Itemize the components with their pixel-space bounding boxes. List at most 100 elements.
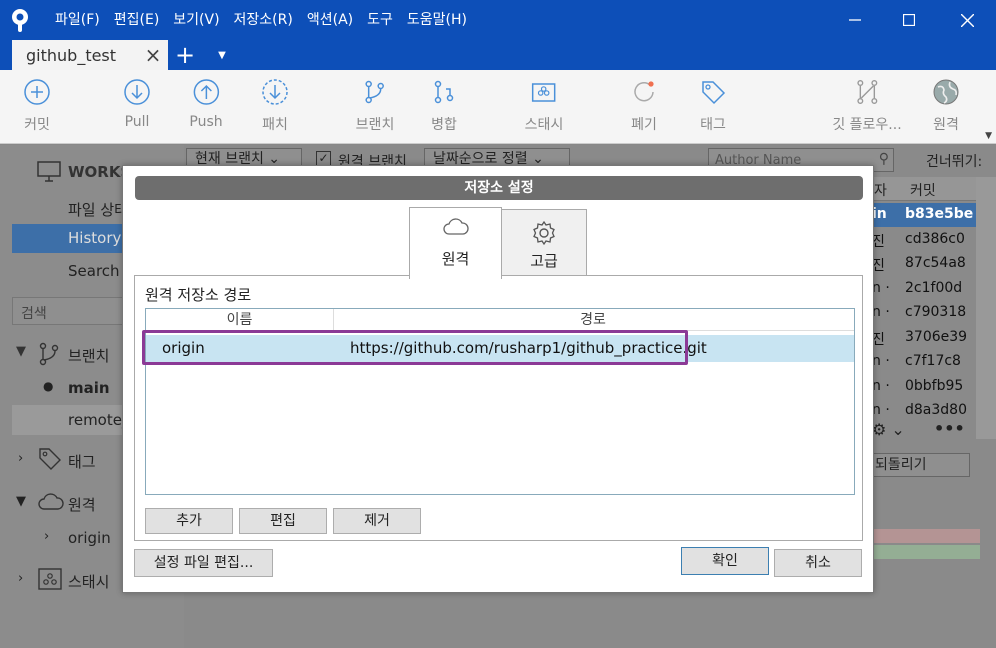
chevron-down-icon[interactable]: ▼ — [16, 494, 26, 509]
fetch-icon — [262, 79, 288, 105]
column-name[interactable]: 이름 — [146, 309, 334, 331]
commit-table-header: 자 커밋 — [874, 177, 982, 201]
chevron-right-icon[interactable]: › — [18, 571, 23, 586]
gear-icon — [533, 220, 555, 246]
remove-remote-button[interactable]: 제거 — [333, 508, 421, 534]
commit-hash: 0bbfb95 — [905, 377, 964, 394]
search-icon: ⚲ — [878, 151, 889, 167]
git-flow-button[interactable]: 깃 플로우... — [832, 78, 902, 140]
tag-icon — [702, 81, 726, 105]
chevron-right-icon[interactable]: › — [18, 451, 23, 466]
merge-button[interactable]: 병합 — [430, 78, 458, 140]
menu-edit[interactable]: 편집(E) — [107, 0, 167, 40]
chevron-down-icon[interactable]: ▼ — [16, 344, 26, 359]
tab-advanced[interactable]: 고급 — [501, 209, 587, 275]
menu-tools[interactable]: 도구 — [360, 0, 400, 40]
discard-icon — [634, 81, 654, 102]
toolbar-overflow-icon[interactable]: ▼ — [985, 131, 992, 141]
sidebar-item-file-status[interactable]: 파일 상태 — [68, 199, 128, 220]
remote-origin[interactable]: origin — [68, 529, 111, 547]
sourcetree-logo-icon — [0, 0, 40, 40]
tab-label: github_test — [26, 45, 117, 65]
fetch-button[interactable]: 패치 — [261, 78, 289, 140]
remote-branch-checkbox[interactable]: ✓ — [316, 151, 331, 166]
commit-hash: cd386c0 — [905, 230, 965, 247]
current-branch-icon: ● — [43, 379, 54, 393]
branch-icon — [39, 342, 59, 366]
menu-help[interactable]: 도움말(H) — [400, 0, 474, 40]
branch-icon — [365, 80, 385, 104]
arrow-up-circle-icon — [193, 79, 219, 105]
ok-button[interactable]: 확인 — [681, 547, 769, 575]
section-title: 원격 저장소 경로 — [145, 286, 252, 304]
commit-author: n · — [872, 353, 890, 369]
globe-icon — [933, 79, 959, 105]
scrollbar[interactable] — [976, 177, 996, 439]
more-options-icon[interactable]: ••• — [934, 419, 965, 438]
title-bar: 파일(F) 편집(E) 보기(V) 저장소(R) 액션(A) 도구 도움말(H) — [0, 0, 996, 40]
remote-list: 이름 경로 origin https://github.com/rusharp1… — [142, 308, 855, 495]
commit-hash: c7f17c8 — [905, 353, 961, 369]
repository-settings-dialog: 저장소 설정 원격 고급 원격 저장소 경로 이름 경로 origin http… — [122, 165, 874, 593]
toolbar: 커밋 Pull Push 패치 브랜치 병합 스태시 폐기 태그 깃 플로우..… — [0, 70, 996, 144]
push-button[interactable]: Push — [189, 78, 223, 140]
sidebar-stash[interactable]: 스태시 — [68, 571, 109, 592]
branch-main[interactable]: main — [68, 379, 110, 397]
tag-button[interactable]: 태그 — [699, 78, 727, 140]
commit-button[interactable]: 커밋 — [23, 78, 51, 140]
add-remote-button[interactable]: 추가 — [145, 508, 233, 534]
commit-hash: 2c1f00d — [905, 279, 963, 296]
remote-list-header: 이름 경로 — [146, 309, 854, 331]
cancel-button[interactable]: 취소 — [774, 549, 862, 577]
gear-icon[interactable]: ⚙ ⌄ — [872, 420, 905, 439]
maximize-icon[interactable] — [882, 0, 936, 40]
tab-remote[interactable]: 원격 — [409, 207, 502, 279]
branch-button[interactable]: 브랜치 — [356, 78, 394, 140]
monitor-icon — [37, 161, 61, 182]
commit-hash: b83e5be — [905, 206, 974, 222]
commit-author: n · — [872, 304, 890, 320]
commit-author: in — [872, 206, 887, 222]
chevron-right-icon[interactable]: › — [44, 529, 49, 544]
sidebar-item-search[interactable]: Search — [68, 262, 120, 280]
sidebar-remotes[interactable]: 원격 — [68, 494, 96, 515]
close-window-icon[interactable] — [940, 0, 994, 40]
stash-icon — [38, 568, 62, 590]
tab-bar: github_test × + ▼ — [0, 40, 996, 70]
chevron-down-icon[interactable]: ▼ — [212, 40, 232, 70]
minimize-icon[interactable] — [828, 0, 882, 40]
menu-view[interactable]: 보기(V) — [166, 0, 226, 40]
edit-config-file-button[interactable]: 설정 파일 편집... — [134, 549, 273, 577]
menu-repository[interactable]: 저장소(R) — [227, 0, 300, 40]
menu-file[interactable]: 파일(F) — [48, 0, 107, 40]
commit-hash: 3706e39 — [905, 328, 968, 345]
commit-hash: d8a3d80 — [905, 402, 967, 418]
menu-actions[interactable]: 액션(A) — [300, 0, 360, 40]
commit-hash: 87c54a8 — [905, 255, 966, 271]
cloud-icon — [442, 218, 469, 235]
plus-circle-icon — [24, 79, 50, 105]
close-icon[interactable]: × — [144, 45, 162, 65]
discard-button[interactable]: 폐기 — [630, 78, 658, 140]
stash-icon — [532, 83, 556, 102]
arrow-down-circle-icon — [124, 79, 150, 105]
pull-button[interactable]: Pull — [123, 78, 151, 140]
cloud-icon — [38, 493, 64, 510]
diff-line-removed — [872, 529, 980, 543]
sidebar-tags[interactable]: 태그 — [68, 451, 96, 472]
stash-button[interactable]: 스태시 — [525, 78, 563, 140]
dialog-title: 저장소 설정 — [135, 176, 863, 200]
commit-author: n · — [872, 377, 890, 394]
remote-button[interactable]: 원격 — [932, 78, 960, 140]
skip-label: 건너뛰기: — [926, 154, 983, 170]
add-tab-icon[interactable]: + — [172, 40, 198, 70]
commit-hash: c790318 — [905, 304, 967, 320]
edit-remote-button[interactable]: 편집 — [239, 508, 327, 534]
tag-icon — [39, 448, 61, 470]
revert-hunk-button[interactable]: 되돌리기 — [870, 453, 970, 477]
merge-icon — [434, 80, 454, 104]
sidebar-branches[interactable]: 브랜치 — [68, 345, 109, 366]
tab-github-test[interactable]: github_test × — [12, 40, 168, 70]
highlight-box — [142, 330, 688, 365]
column-path[interactable]: 경로 — [334, 309, 852, 331]
